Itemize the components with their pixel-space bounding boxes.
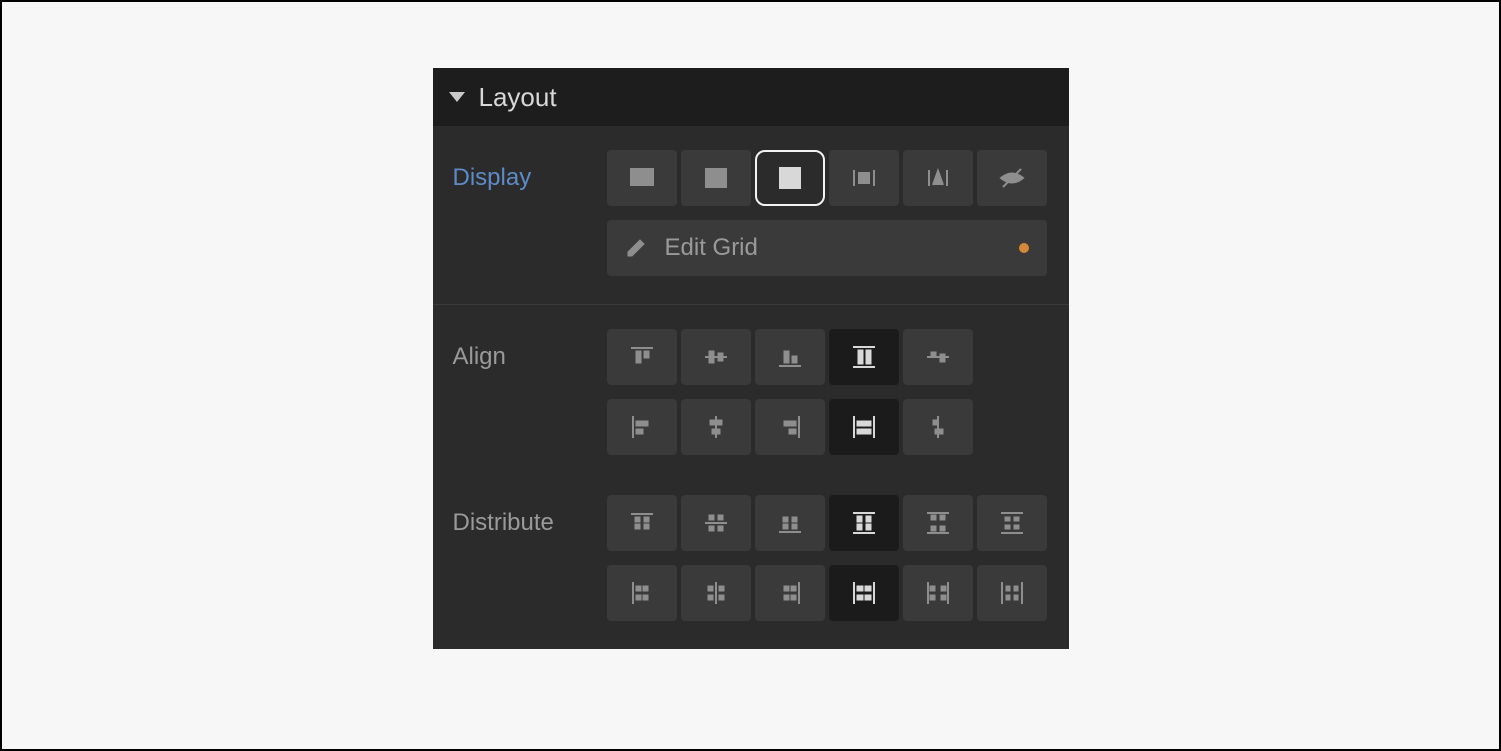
- display-section: Display: [433, 126, 1069, 305]
- flex-icon: [701, 163, 731, 193]
- pencil-icon: [625, 237, 647, 259]
- align-label: Align: [453, 343, 583, 371]
- justify-content-space-between-button[interactable]: [903, 565, 973, 621]
- justify-content-end-button[interactable]: [755, 565, 825, 621]
- display-none-button[interactable]: [977, 150, 1047, 206]
- display-inline-block-button[interactable]: [829, 150, 899, 206]
- none-icon: [997, 163, 1027, 193]
- justify-items-stretch-button[interactable]: [829, 399, 899, 455]
- inline-block-icon: [849, 163, 879, 193]
- align-stretch-v-icon: [849, 342, 879, 372]
- panel-header[interactable]: Layout: [433, 68, 1069, 126]
- justify-content-center-button[interactable]: [681, 565, 751, 621]
- align-items-center-button[interactable]: [681, 329, 751, 385]
- block-icon: [627, 163, 657, 193]
- align-top-icon: [627, 342, 657, 372]
- align-items-group: [607, 329, 973, 385]
- dist-h-center-icon: [701, 578, 731, 608]
- align-content-stretch-button[interactable]: [829, 495, 899, 551]
- align-content-space-between-button[interactable]: [903, 495, 973, 551]
- dist-h-start-icon: [627, 578, 657, 608]
- dist-h-stretch-icon: [849, 578, 879, 608]
- align-items-stretch-button[interactable]: [829, 329, 899, 385]
- justify-content-group: [607, 565, 1047, 621]
- justify-items-end-button[interactable]: [755, 399, 825, 455]
- display-grid-button[interactable]: [755, 150, 825, 206]
- collapse-icon: [449, 92, 465, 102]
- distribute-label: Distribute: [453, 509, 583, 537]
- align-baseline-icon: [923, 342, 953, 372]
- modified-indicator-icon: [1019, 243, 1029, 253]
- align-content-space-around-button[interactable]: [977, 495, 1047, 551]
- justify-content-start-button[interactable]: [607, 565, 677, 621]
- grid-icon: [775, 163, 805, 193]
- dist-h-between-icon: [923, 578, 953, 608]
- display-button-group: [607, 150, 1047, 206]
- align-h-center-icon: [701, 412, 731, 442]
- align-bottom-icon: [775, 342, 805, 372]
- justify-items-start-button[interactable]: [607, 399, 677, 455]
- align-content-group: [607, 495, 1047, 551]
- justify-content-space-around-button[interactable]: [977, 565, 1047, 621]
- dist-v-end-icon: [775, 508, 805, 538]
- display-inline-button[interactable]: [903, 150, 973, 206]
- edit-grid-label: Edit Grid: [665, 234, 1001, 262]
- display-block-button[interactable]: [607, 150, 677, 206]
- align-right-icon: [775, 412, 805, 442]
- align-stretch-h-icon: [849, 412, 879, 442]
- justify-content-stretch-button[interactable]: [829, 565, 899, 621]
- display-flex-button[interactable]: [681, 150, 751, 206]
- dist-v-around-icon: [997, 508, 1027, 538]
- align-middle-icon: [701, 342, 731, 372]
- panel-title: Layout: [479, 82, 557, 113]
- align-content-center-button[interactable]: [681, 495, 751, 551]
- inline-icon: [923, 163, 953, 193]
- align-items-baseline-button[interactable]: [903, 329, 973, 385]
- justify-items-baseline-button[interactable]: [903, 399, 973, 455]
- justify-items-center-button[interactable]: [681, 399, 751, 455]
- layout-panel: Layout Display: [433, 68, 1069, 649]
- align-items-end-button[interactable]: [755, 329, 825, 385]
- dist-v-between-icon: [923, 508, 953, 538]
- dist-v-stretch-icon: [849, 508, 879, 538]
- align-items-start-button[interactable]: [607, 329, 677, 385]
- edit-grid-button[interactable]: Edit Grid: [607, 220, 1047, 276]
- dist-v-center-icon: [701, 508, 731, 538]
- align-distribute-section: Align: [433, 305, 1069, 649]
- display-label[interactable]: Display: [453, 164, 583, 192]
- dist-h-around-icon: [997, 578, 1027, 608]
- align-left-icon: [627, 412, 657, 442]
- dist-v-start-icon: [627, 508, 657, 538]
- dist-h-end-icon: [775, 578, 805, 608]
- align-content-end-button[interactable]: [755, 495, 825, 551]
- align-content-start-button[interactable]: [607, 495, 677, 551]
- justify-items-group: [607, 399, 973, 455]
- align-h-baseline-icon: [923, 412, 953, 442]
